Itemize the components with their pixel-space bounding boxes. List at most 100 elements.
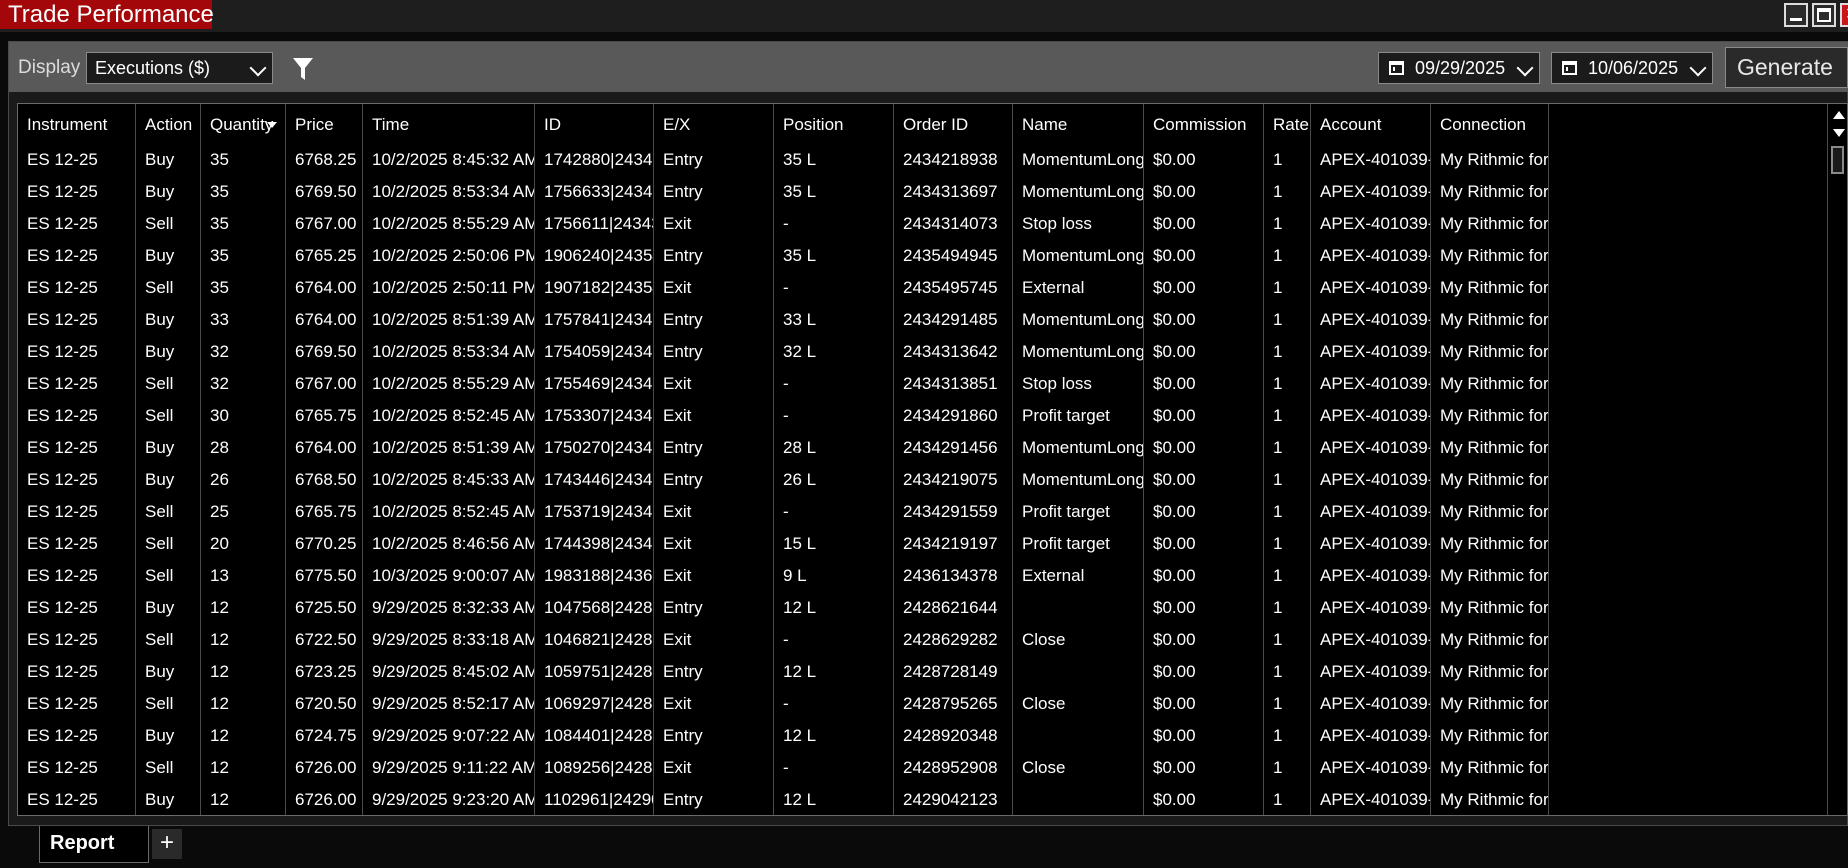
column-header-account[interactable]: Account [1311,104,1431,144]
column-header-price[interactable]: Price [286,104,363,144]
column-header-name[interactable]: Name [1013,104,1144,144]
cell-time: 9/29/2025 9:07:22 AM [363,720,535,752]
cell-rate: 1 [1264,208,1311,240]
table-row[interactable]: ES 12-25 Sell 12 6726.00 9/29/2025 9:11:22 A… [18,752,1829,784]
cell-action: Buy [136,432,201,464]
scrollbar-thumb[interactable] [1831,146,1844,174]
vertical-scrollbar[interactable] [1827,104,1847,815]
table-row[interactable]: ES 12-25 Buy 28 6764.00 10/2/2025 8:51:39 AM… [18,432,1829,464]
table-row[interactable]: ES 12-25 Sell 35 6767.00 10/2/2025 8:55:29 A… [18,208,1829,240]
column-header-order-id[interactable]: Order ID [894,104,1013,144]
table-row[interactable]: ES 12-25 Buy 12 6725.50 9/29/2025 8:32:33 AM… [18,592,1829,624]
cell-action: Sell [136,496,201,528]
cell-order-id: 2428621644 [894,592,1013,624]
date-to-picker[interactable]: 10/06/2025 [1551,52,1713,84]
cell-quantity: 32 [201,336,286,368]
table-row[interactable]: ES 12-25 Sell 32 6767.00 10/2/2025 8:55:29 A… [18,368,1829,400]
column-header-instrument[interactable]: Instrument [18,104,136,144]
cell-position: - [774,752,894,784]
cell-commission: $0.00 [1144,272,1264,304]
cell-action: Buy [136,304,201,336]
cell-commission: $0.00 [1144,240,1264,272]
table-row[interactable]: ES 12-25 Buy 35 6769.50 10/2/2025 8:53:34 AM… [18,176,1829,208]
table-row[interactable]: ES 12-25 Sell 13 6775.50 10/3/2025 9:00:07 A… [18,560,1829,592]
cell-id: 1757841|24342 [535,304,654,336]
cell-position: 32 L [774,336,894,368]
cell-action: Sell [136,208,201,240]
cell-order-id: 2436134378 [894,560,1013,592]
table-row[interactable]: ES 12-25 Sell 12 6720.50 9/29/2025 8:52:17 A… [18,688,1829,720]
filter-icon[interactable] [292,56,314,82]
column-header-e-x[interactable]: E/X [654,104,774,144]
column-header-connection[interactable]: Connection [1431,104,1549,144]
cell-instrument: ES 12-25 [18,432,136,464]
cell-rate: 1 [1264,368,1311,400]
cell-connection: My Rithmic for I [1431,496,1549,528]
table-row[interactable]: ES 12-25 Buy 12 6724.75 9/29/2025 9:07:22 AM… [18,720,1829,752]
cell-connection: My Rithmic for I [1431,656,1549,688]
scroll-down-icon[interactable] [1833,129,1845,137]
cell-id: 1906240|24354 [535,240,654,272]
cell-name [1013,720,1144,752]
close-icon[interactable] [1840,3,1848,27]
cell-connection: My Rithmic for I [1431,336,1549,368]
table-row[interactable]: ES 12-25 Sell 35 6764.00 10/2/2025 2:50:11 P… [18,272,1829,304]
cell-action: Sell [136,528,201,560]
scroll-up-icon[interactable] [1833,111,1845,119]
cell-account: APEX-401039-( [1311,656,1431,688]
cell-action: Buy [136,176,201,208]
table-row[interactable]: ES 12-25 Buy 33 6764.00 10/2/2025 8:51:39 AM… [18,304,1829,336]
table-row[interactable]: ES 12-25 Sell 20 6770.25 10/2/2025 8:46:56 A… [18,528,1829,560]
table-row[interactable]: ES 12-25 Buy 12 6723.25 9/29/2025 8:45:02 AM… [18,656,1829,688]
cell-action: Buy [136,336,201,368]
cell-connection: My Rithmic for I [1431,176,1549,208]
table-row[interactable]: ES 12-25 Buy 26 6768.50 10/2/2025 8:45:33 AM… [18,464,1829,496]
table-row[interactable]: ES 12-25 Buy 35 6768.25 10/2/2025 8:45:32 AM… [18,144,1829,176]
date-from-picker[interactable]: 09/29/2025 [1378,52,1540,84]
display-select[interactable]: Executions ($) [86,52,273,84]
cell-order-id: 2435494945 [894,240,1013,272]
cell-name: Close [1013,624,1144,656]
cell-order-id: 2428795265 [894,688,1013,720]
table-row[interactable]: ES 12-25 Sell 25 6765.75 10/2/2025 8:52:45 A… [18,496,1829,528]
add-tab-button[interactable]: + [152,829,182,859]
column-header-time[interactable]: Time [363,104,535,144]
tab-report[interactable]: Report [39,826,149,863]
column-header-position[interactable]: Position [774,104,894,144]
cell-commission: $0.00 [1144,592,1264,624]
table-row[interactable]: ES 12-25 Sell 12 6722.50 9/29/2025 8:33:18 A… [18,624,1829,656]
cell-quantity: 26 [201,464,286,496]
cell-position: - [774,688,894,720]
cell-account: APEX-401039-1 [1311,240,1431,272]
column-header-quantity[interactable]: Quantity [201,104,286,144]
maximize-icon[interactable] [1812,3,1836,27]
cell-id: 1744398|24342 [535,528,654,560]
table-row[interactable]: ES 12-25 Buy 12 6726.00 9/29/2025 9:23:20 AM… [18,784,1829,815]
table-row[interactable]: ES 12-25 Sell 30 6765.75 10/2/2025 8:52:45 A… [18,400,1829,432]
cell-price: 6764.00 [286,304,363,336]
cell-commission: $0.00 [1144,624,1264,656]
cell-account: APEX-401039-1 [1311,144,1431,176]
table-row[interactable]: ES 12-25 Buy 35 6765.25 10/2/2025 2:50:06 PM… [18,240,1829,272]
cell-instrument: ES 12-25 [18,400,136,432]
cell-id: 1755469|24343 [535,368,654,400]
cell-commission: $0.00 [1144,176,1264,208]
cell-position: 15 L [774,528,894,560]
cell-instrument: ES 12-25 [18,752,136,784]
cell-time: 9/29/2025 8:33:18 AM [363,624,535,656]
cell-instrument: ES 12-25 [18,368,136,400]
cell-price: 6775.50 [286,560,363,592]
column-header-action[interactable]: Action [136,104,201,144]
cell-rate: 1 [1264,560,1311,592]
generate-button[interactable]: Generate [1725,47,1848,88]
cell-position: - [774,496,894,528]
minimize-icon[interactable] [1784,3,1808,27]
column-header-id[interactable]: ID [535,104,654,144]
column-header-commission[interactable]: Commission [1144,104,1264,144]
cell-quantity: 25 [201,496,286,528]
cell-id: 1047568|24286 [535,592,654,624]
table-row[interactable]: ES 12-25 Buy 32 6769.50 10/2/2025 8:53:34 AM… [18,336,1829,368]
cell-instrument: ES 12-25 [18,176,136,208]
column-header-rate[interactable]: Rate [1264,104,1311,144]
cell-price: 6769.50 [286,176,363,208]
